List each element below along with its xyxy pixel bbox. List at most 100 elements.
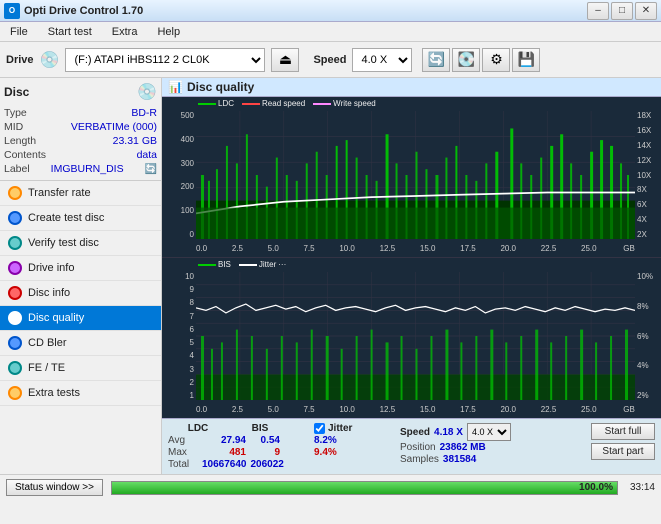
avg-bis-value: 0.54 [250, 435, 280, 446]
charts-area: 500 400 300 200 100 0 18X 16X 14X 12X 10… [162, 97, 661, 418]
app-title: Opti Drive Control 1.70 [24, 5, 143, 17]
sidebar-item-fe-te[interactable]: FE / TE [0, 356, 161, 381]
nav-dot-verify-test-disc [8, 236, 22, 250]
x2-150: 15.0 [420, 405, 436, 414]
sidebar-item-cd-bler[interactable]: CD Bler [0, 331, 161, 356]
refresh-button[interactable]: 🔄 [422, 48, 450, 72]
bis-header: BIS [240, 423, 280, 434]
y2-10: 10 [185, 272, 194, 281]
legend-bis: BIS [198, 260, 231, 269]
y2-1: 1 [190, 391, 194, 400]
maximize-button[interactable]: □ [611, 2, 633, 20]
y1-200: 200 [181, 182, 194, 191]
legend-read-speed: Read speed [242, 99, 305, 108]
sidebar-item-extra-tests[interactable]: Extra tests [0, 381, 161, 406]
nav-dot-transfer-rate [8, 186, 22, 200]
avg-ldc-value: 27.94 [202, 435, 246, 446]
yr2-10pct: 10% [637, 272, 653, 281]
close-button[interactable]: ✕ [635, 2, 657, 20]
legend-write-speed: Write speed [313, 99, 376, 108]
content-area: 📊 Disc quality 500 400 300 200 100 0 18X [162, 78, 661, 474]
ldc-header: LDC [168, 423, 228, 434]
nav-label-disc-info: Disc info [28, 287, 70, 299]
nav-dot-drive-info [8, 261, 22, 275]
nav-items: Transfer rate Create test disc Verify te… [0, 181, 161, 474]
status-window-button[interactable]: Status window >> [6, 479, 103, 496]
nav-label-create-test-disc: Create test disc [28, 212, 104, 224]
mid-value: VERBATIMe (000) [71, 121, 157, 133]
x1-25: 2.5 [232, 244, 243, 253]
yr1-4x: 4X [637, 215, 647, 224]
x2-25: 2.5 [232, 405, 243, 414]
drive-icon: 💿 [40, 50, 60, 70]
sidebar-item-transfer-rate[interactable]: Transfer rate [0, 181, 161, 206]
minimize-button[interactable]: – [587, 2, 609, 20]
jitter-checkbox[interactable] [314, 423, 325, 434]
sidebar-item-drive-info[interactable]: Drive info [0, 256, 161, 281]
total-key: Total [168, 459, 198, 470]
nav-label-disc-quality: Disc quality [28, 312, 84, 324]
progress-bar-container: 100.0% [111, 481, 618, 495]
drive-select[interactable]: (F:) ATAPI iHBS112 2 CL0K [65, 48, 265, 72]
x1-unit: GB [623, 244, 635, 253]
nav-dot-extra-tests [8, 386, 22, 400]
avg-jitter-value: 8.2% [314, 435, 394, 446]
bis-chart [196, 272, 635, 400]
speed-label: Speed [313, 54, 346, 66]
menu-help[interactable]: Help [151, 25, 186, 39]
sidebar-item-create-test-disc[interactable]: Create test disc [0, 206, 161, 231]
total-ldc-value: 10667640 [202, 459, 247, 470]
contents-label: Contents [4, 149, 46, 161]
speed-set-select[interactable]: 4.0 X [467, 423, 511, 441]
y1-500: 500 [181, 111, 194, 120]
chart-header: 📊 Disc quality [162, 78, 661, 97]
label-icon: 🔄 [145, 164, 157, 175]
disc-section-title: Disc [4, 85, 29, 99]
x1-50: 5.0 [268, 244, 279, 253]
sidebar-item-disc-quality[interactable]: Disc quality [0, 306, 161, 331]
sidebar-item-disc-info[interactable]: Disc info [0, 281, 161, 306]
sidebar: Disc 💿 Type BD-R MID VERBATIMe (000) Len… [0, 78, 162, 474]
y1-400: 400 [181, 135, 194, 144]
save-button[interactable]: 💾 [512, 48, 540, 72]
y2-6: 6 [190, 325, 194, 334]
sidebar-item-verify-test-disc[interactable]: Verify test disc [0, 231, 161, 256]
nav-label-verify-test-disc: Verify test disc [28, 237, 99, 249]
x1-175: 17.5 [460, 244, 476, 253]
speed-header: Speed [400, 427, 430, 438]
menu-start-test[interactable]: Start test [42, 25, 98, 39]
nav-label-extra-tests: Extra tests [28, 387, 80, 399]
nav-dot-create-test-disc [8, 211, 22, 225]
x2-125: 12.5 [380, 405, 396, 414]
start-part-button[interactable]: Start part [591, 443, 655, 460]
nav-label-cd-bler: CD Bler [28, 337, 67, 349]
menu-file[interactable]: File [4, 25, 34, 39]
yr1-10x: 10X [637, 171, 651, 180]
yr2-2pct: 2% [637, 391, 649, 400]
start-buttons: Start full Start part [591, 423, 655, 460]
y2-8: 8 [190, 298, 194, 307]
ldc-chart [196, 111, 635, 239]
label-value: IMGBURN_DIS [51, 163, 124, 175]
nav-dot-fe-te [8, 361, 22, 375]
x2-00: 0.0 [196, 405, 207, 414]
speed-select[interactable]: 4.0 X [352, 48, 412, 72]
settings-button[interactable]: ⚙ [482, 48, 510, 72]
disc-section: Disc 💿 Type BD-R MID VERBATIMe (000) Len… [0, 78, 161, 181]
jitter-header: Jitter [328, 423, 352, 434]
disc-button[interactable]: 💽 [452, 48, 480, 72]
contents-value: data [137, 149, 157, 161]
app-icon: O [4, 3, 20, 19]
start-full-button[interactable]: Start full [591, 423, 655, 440]
samples-key: Samples [400, 454, 439, 465]
x2-225: 22.5 [541, 405, 557, 414]
eject-button[interactable]: ⏏ [271, 48, 299, 72]
x1-200: 20.0 [500, 244, 516, 253]
yr1-2x: 2X [637, 230, 647, 239]
nav-label-transfer-rate: Transfer rate [28, 187, 91, 199]
menu-extra[interactable]: Extra [106, 25, 144, 39]
x1-250: 25.0 [581, 244, 597, 253]
y1-0: 0 [190, 230, 194, 239]
drive-label: Drive [6, 54, 34, 66]
titlebar: O Opti Drive Control 1.70 – □ ✕ [0, 0, 661, 22]
